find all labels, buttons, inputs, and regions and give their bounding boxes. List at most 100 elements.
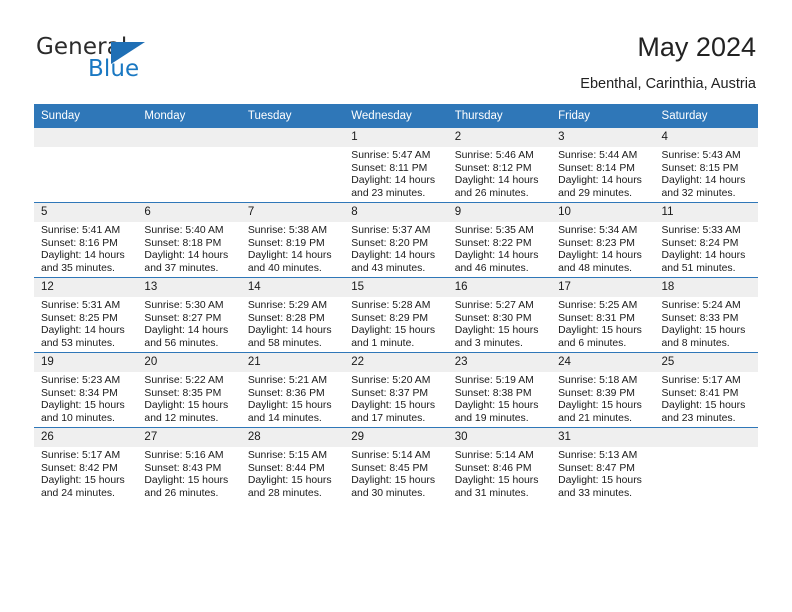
calendar-day-cell[interactable]: 11 Sunrise: 5:33 AM Sunset: 8:24 PM Dayl… xyxy=(654,202,758,278)
sunset-text: Sunset: 8:30 PM xyxy=(454,312,532,324)
day-number: 14 xyxy=(240,278,345,297)
day-number: 5 xyxy=(34,203,138,222)
calendar-day-cell[interactable]: 14 Sunrise: 5:29 AM Sunset: 8:28 PM Dayl… xyxy=(240,277,345,353)
calendar-day-cell[interactable] xyxy=(240,128,345,203)
daylight-text: Daylight: 15 hours and 6 minutes. xyxy=(558,325,642,349)
calendar-day-cell[interactable] xyxy=(137,128,241,203)
daylight-text: Daylight: 14 hours and 29 minutes. xyxy=(558,175,642,199)
day-number: 3 xyxy=(551,128,655,147)
calendar-day-cell[interactable]: 8 Sunrise: 5:37 AM Sunset: 8:20 PM Dayli… xyxy=(344,202,448,278)
day-details: Sunrise: 5:30 AM Sunset: 8:27 PM Dayligh… xyxy=(137,297,240,350)
calendar-day-cell[interactable] xyxy=(654,427,758,502)
general-blue-logo[interactable]: General Blue xyxy=(36,34,226,84)
calendar-day-cell[interactable]: 25 Sunrise: 5:17 AM Sunset: 8:41 PM Dayl… xyxy=(654,352,758,428)
daylight-text: Daylight: 15 hours and 14 minutes. xyxy=(247,400,332,424)
calendar-day-cell[interactable]: 27 Sunrise: 5:16 AM Sunset: 8:43 PM Dayl… xyxy=(137,427,241,502)
calendar-day-cell[interactable]: 16 Sunrise: 5:27 AM Sunset: 8:30 PM Dayl… xyxy=(447,277,552,353)
sunset-text: Sunset: 8:18 PM xyxy=(144,237,222,249)
day-number xyxy=(240,128,345,147)
daylight-text: Daylight: 15 hours and 8 minutes. xyxy=(661,325,746,349)
calendar-day-cell[interactable]: 18 Sunrise: 5:24 AM Sunset: 8:33 PM Dayl… xyxy=(654,277,758,353)
calendar-day-cell[interactable]: 3 Sunrise: 5:44 AM Sunset: 8:14 PM Dayli… xyxy=(551,128,655,203)
day-details: Sunrise: 5:24 AM Sunset: 8:33 PM Dayligh… xyxy=(655,297,758,350)
calendar-day-cell[interactable]: 9 Sunrise: 5:35 AM Sunset: 8:22 PM Dayli… xyxy=(447,202,552,278)
calendar-day-cell[interactable]: 22 Sunrise: 5:20 AM Sunset: 8:37 PM Dayl… xyxy=(344,352,448,428)
calendar-day-cell[interactable]: 29 Sunrise: 5:14 AM Sunset: 8:45 PM Dayl… xyxy=(344,427,448,502)
sunrise-text: Sunrise: 5:34 AM xyxy=(558,225,638,236)
calendar-day-cell[interactable] xyxy=(34,128,138,203)
day-details: Sunrise: 5:31 AM Sunset: 8:25 PM Dayligh… xyxy=(34,297,137,350)
day-details: Sunrise: 5:17 AM Sunset: 8:41 PM Dayligh… xyxy=(655,372,758,425)
day-number: 1 xyxy=(344,128,448,147)
calendar-day-cell[interactable]: 7 Sunrise: 5:38 AM Sunset: 8:19 PM Dayli… xyxy=(240,202,345,278)
day-number: 15 xyxy=(344,278,448,297)
day-number: 29 xyxy=(344,428,448,447)
daylight-text: Daylight: 15 hours and 17 minutes. xyxy=(351,400,436,424)
calendar-day-cell[interactable]: 6 Sunrise: 5:40 AM Sunset: 8:18 PM Dayli… xyxy=(137,202,241,278)
calendar-day-cell[interactable]: 20 Sunrise: 5:22 AM Sunset: 8:35 PM Dayl… xyxy=(137,352,241,428)
day-number: 6 xyxy=(137,203,241,222)
calendar-day-cell[interactable]: 15 Sunrise: 5:28 AM Sunset: 8:29 PM Dayl… xyxy=(344,277,448,353)
sunset-text: Sunset: 8:24 PM xyxy=(661,237,739,249)
sunset-text: Sunset: 8:15 PM xyxy=(661,162,739,174)
calendar-day-cell[interactable]: 17 Sunrise: 5:25 AM Sunset: 8:31 PM Dayl… xyxy=(551,277,655,353)
calendar-week-row: 26 Sunrise: 5:17 AM Sunset: 8:42 PM Dayl… xyxy=(34,427,758,502)
day-details: Sunrise: 5:14 AM Sunset: 8:46 PM Dayligh… xyxy=(448,447,551,500)
day-number: 12 xyxy=(34,278,138,297)
calendar-day-cell[interactable]: 23 Sunrise: 5:19 AM Sunset: 8:38 PM Dayl… xyxy=(447,352,552,428)
weekday-header-friday: Friday xyxy=(551,104,655,128)
calendar-day-cell[interactable]: 13 Sunrise: 5:30 AM Sunset: 8:27 PM Dayl… xyxy=(137,277,241,353)
logo-text-blue: Blue xyxy=(88,56,140,82)
calendar-day-cell[interactable]: 30 Sunrise: 5:14 AM Sunset: 8:46 PM Dayl… xyxy=(447,427,552,502)
calendar-day-cell[interactable]: 1 Sunrise: 5:47 AM Sunset: 8:11 PM Dayli… xyxy=(344,128,448,203)
daylight-text: Daylight: 14 hours and 46 minutes. xyxy=(454,250,539,274)
day-details: Sunrise: 5:41 AM Sunset: 8:16 PM Dayligh… xyxy=(34,222,137,275)
calendar-day-cell[interactable]: 2 Sunrise: 5:46 AM Sunset: 8:12 PM Dayli… xyxy=(447,128,552,203)
sunset-text: Sunset: 8:38 PM xyxy=(454,387,532,399)
day-details xyxy=(655,447,758,450)
day-number: 21 xyxy=(240,353,345,372)
calendar-day-cell[interactable]: 19 Sunrise: 5:23 AM Sunset: 8:34 PM Dayl… xyxy=(34,352,138,428)
day-details: Sunrise: 5:40 AM Sunset: 8:18 PM Dayligh… xyxy=(137,222,240,275)
calendar-page: General Blue May 2024 Ebenthal, Carinthi… xyxy=(0,0,792,612)
day-details: Sunrise: 5:27 AM Sunset: 8:30 PM Dayligh… xyxy=(448,297,551,350)
calendar-day-cell[interactable]: 26 Sunrise: 5:17 AM Sunset: 8:42 PM Dayl… xyxy=(34,427,138,502)
sunset-text: Sunset: 8:28 PM xyxy=(247,312,325,324)
day-details: Sunrise: 5:34 AM Sunset: 8:23 PM Dayligh… xyxy=(551,222,654,275)
sunrise-text: Sunrise: 5:20 AM xyxy=(351,375,431,386)
daylight-text: Daylight: 14 hours and 51 minutes. xyxy=(661,250,746,274)
calendar-day-cell[interactable]: 4 Sunrise: 5:43 AM Sunset: 8:15 PM Dayli… xyxy=(654,128,758,203)
calendar-day-cell[interactable]: 21 Sunrise: 5:21 AM Sunset: 8:36 PM Dayl… xyxy=(240,352,345,428)
sunrise-text: Sunrise: 5:24 AM xyxy=(661,300,741,311)
sunrise-text: Sunrise: 5:16 AM xyxy=(144,450,224,461)
calendar-day-cell[interactable]: 31 Sunrise: 5:13 AM Sunset: 8:47 PM Dayl… xyxy=(551,427,655,502)
day-number: 26 xyxy=(34,428,138,447)
sunset-text: Sunset: 8:31 PM xyxy=(558,312,635,324)
day-number: 24 xyxy=(551,353,655,372)
day-number: 9 xyxy=(447,203,552,222)
daylight-text: Daylight: 15 hours and 10 minutes. xyxy=(41,400,125,424)
calendar-day-cell[interactable]: 10 Sunrise: 5:34 AM Sunset: 8:23 PM Dayl… xyxy=(551,202,655,278)
daylight-text: Daylight: 15 hours and 33 minutes. xyxy=(558,475,642,499)
day-details: Sunrise: 5:35 AM Sunset: 8:22 PM Dayligh… xyxy=(448,222,551,275)
day-details xyxy=(137,147,240,150)
day-number: 10 xyxy=(551,203,655,222)
day-details: Sunrise: 5:43 AM Sunset: 8:15 PM Dayligh… xyxy=(655,147,758,200)
sunset-text: Sunset: 8:36 PM xyxy=(247,387,325,399)
sunrise-text: Sunrise: 5:27 AM xyxy=(454,300,534,311)
calendar-day-cell[interactable]: 12 Sunrise: 5:31 AM Sunset: 8:25 PM Dayl… xyxy=(34,277,138,353)
sunset-text: Sunset: 8:22 PM xyxy=(454,237,532,249)
daylight-text: Daylight: 14 hours and 26 minutes. xyxy=(454,175,539,199)
sunrise-text: Sunrise: 5:17 AM xyxy=(661,375,741,386)
sunrise-text: Sunrise: 5:18 AM xyxy=(558,375,638,386)
daylight-text: Daylight: 14 hours and 48 minutes. xyxy=(558,250,642,274)
sunset-text: Sunset: 8:37 PM xyxy=(351,387,429,399)
calendar-day-cell[interactable]: 24 Sunrise: 5:18 AM Sunset: 8:39 PM Dayl… xyxy=(551,352,655,428)
calendar-week-row: 5 Sunrise: 5:41 AM Sunset: 8:16 PM Dayli… xyxy=(34,202,758,278)
daylight-text: Daylight: 14 hours and 32 minutes. xyxy=(661,175,746,199)
day-number: 18 xyxy=(654,278,758,297)
calendar-day-cell[interactable]: 28 Sunrise: 5:15 AM Sunset: 8:44 PM Dayl… xyxy=(240,427,345,502)
calendar-header-row: Sunday Monday Tuesday Wednesday Thursday… xyxy=(34,104,758,128)
sunrise-text: Sunrise: 5:14 AM xyxy=(351,450,431,461)
calendar-day-cell[interactable]: 5 Sunrise: 5:41 AM Sunset: 8:16 PM Dayli… xyxy=(34,202,138,278)
